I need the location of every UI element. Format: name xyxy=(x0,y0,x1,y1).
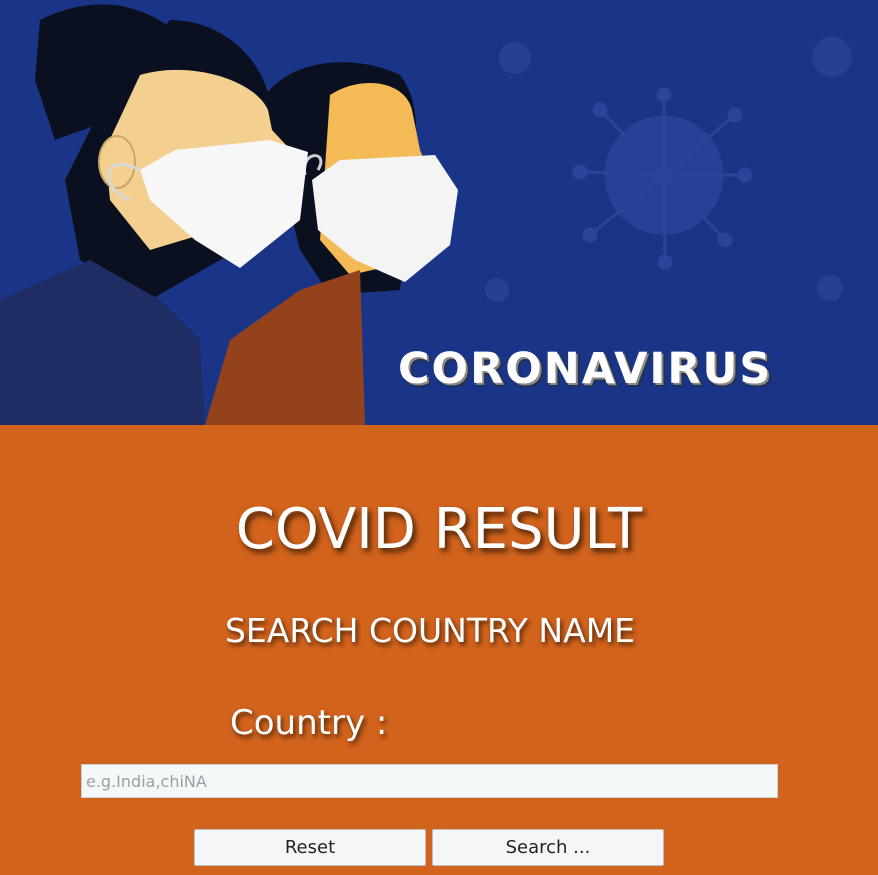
page-subtitle: SEARCH COUNTRY NAME xyxy=(224,611,636,650)
search-button[interactable]: Search ... xyxy=(432,829,664,866)
hero-title: CORONAVIRUS xyxy=(398,344,773,394)
virus-icon xyxy=(572,87,753,270)
country-label: Country : xyxy=(230,703,388,743)
reset-button[interactable]: Reset xyxy=(194,829,426,866)
country-search-input[interactable] xyxy=(81,764,778,798)
page-title: COVID RESULT xyxy=(235,497,643,562)
hero-banner: CORONAVIRUS xyxy=(0,0,878,425)
search-panel: COVID RESULT SEARCH COUNTRY NAME Country… xyxy=(0,425,878,875)
page: CORONAVIRUS COVID RESULT SEARCH COUNTRY … xyxy=(0,0,878,875)
